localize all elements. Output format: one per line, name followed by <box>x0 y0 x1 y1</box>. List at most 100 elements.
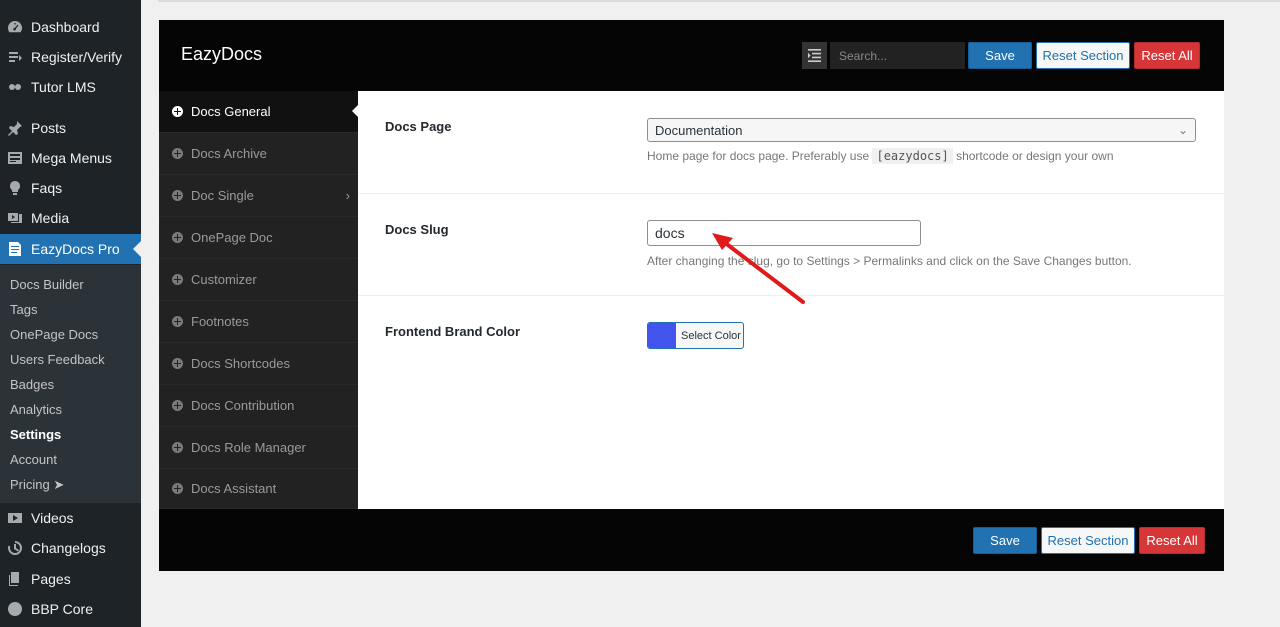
color-swatch <box>648 323 676 348</box>
panel-footer: Save Reset Section Reset All <box>159 509 1224 571</box>
field-label: Docs Page <box>385 119 452 134</box>
wp-menu-label: Pages <box>31 571 71 587</box>
wp-menu-label: Register/Verify <box>31 49 123 65</box>
nav-onepage-doc[interactable]: OnePage Doc <box>159 217 358 259</box>
nav-docs-assistant[interactable]: Docs Assistant <box>159 469 358 509</box>
submenu-tags[interactable]: Tags <box>10 302 37 317</box>
footer-reset-section-button[interactable]: Reset Section <box>1041 527 1135 554</box>
list-indent-icon <box>808 49 821 62</box>
plus-circle-icon <box>172 316 183 327</box>
wp-menu-media[interactable]: Media <box>0 203 141 233</box>
save-button[interactable]: Save <box>968 42 1032 69</box>
media-icon <box>7 210 23 226</box>
top-frame <box>141 0 1280 4</box>
wp-menu-label: Dashboard <box>31 19 100 35</box>
plus-circle-icon <box>172 442 183 453</box>
reset-all-button[interactable]: Reset All <box>1134 42 1200 69</box>
plus-circle-icon <box>172 358 183 369</box>
submenu-users-feedback[interactable]: Users Feedback <box>10 352 105 367</box>
field-label: Frontend Brand Color <box>385 324 521 339</box>
nav-footnotes[interactable]: Footnotes <box>159 301 358 343</box>
nav-label: Footnotes <box>191 314 249 329</box>
plus-circle-icon <box>172 232 183 243</box>
nav-label: Docs Assistant <box>191 481 277 496</box>
field-description: After changing the slug, go to Settings … <box>647 254 1132 268</box>
submenu-account[interactable]: Account <box>10 452 57 467</box>
search-input[interactable] <box>830 42 965 69</box>
wp-menu-eazydocs-pro[interactable]: EazyDocs Pro <box>0 234 141 264</box>
select-value: Documentation <box>655 122 743 138</box>
footer-reset-all-button[interactable]: Reset All <box>1139 527 1205 554</box>
panel-brand-title: EazyDocs <box>181 44 263 64</box>
wp-menu-pages[interactable]: Pages <box>0 564 141 594</box>
eazydocs-options-panel: EazyDocs Save Reset Section Reset All Do… <box>159 20 1224 571</box>
expand-toggle-button[interactable] <box>802 42 827 69</box>
desc-text: shortcode or design your own <box>956 149 1114 163</box>
wp-menu-posts[interactable]: Posts <box>0 113 141 143</box>
footer-save-button[interactable]: Save <box>973 527 1037 554</box>
wp-menu-tutor-lms[interactable]: Tutor LMS <box>0 72 141 102</box>
select-color-button[interactable]: Select Color <box>647 322 744 349</box>
desc-text: Home page for docs page. Preferably use <box>647 149 870 163</box>
wp-menu-bbp-core[interactable]: BBP Core <box>0 594 141 624</box>
history-icon <box>7 540 23 556</box>
submenu-badges[interactable]: Badges <box>10 377 54 392</box>
nav-label: Docs Role Manager <box>191 440 306 455</box>
field-description: Home page for docs page. Preferably use … <box>647 148 1114 164</box>
wp-menu-label: EazyDocs Pro <box>31 241 120 257</box>
submenu-settings[interactable]: Settings <box>10 427 61 442</box>
nav-docs-contribution[interactable]: Docs Contribution <box>159 385 358 427</box>
nav-doc-single[interactable]: Doc Single › <box>159 175 358 217</box>
submenu-pricing[interactable]: Pricing ➤ <box>10 477 64 493</box>
submenu-analytics[interactable]: Analytics <box>10 402 62 417</box>
wp-admin-sidebar: Dashboard Register/Verify Tutor LMS Post… <box>0 0 141 627</box>
lightbulb-icon <box>7 180 23 196</box>
pages-icon <box>7 571 23 587</box>
wp-menu-changelogs[interactable]: Changelogs <box>0 533 141 563</box>
nav-label: OnePage Doc <box>191 230 273 245</box>
wp-menu-label: Tutor LMS <box>31 79 96 95</box>
nav-label: Customizer <box>191 272 257 287</box>
wp-menu-label: Mega Menus <box>31 150 112 166</box>
register-icon <box>7 49 23 65</box>
plus-circle-icon <box>172 274 183 285</box>
nav-label: Docs General <box>191 104 271 119</box>
wp-menu-label: Posts <box>31 120 67 136</box>
plus-circle-icon <box>172 190 183 201</box>
nav-docs-shortcodes[interactable]: Docs Shortcodes <box>159 343 358 385</box>
wp-menu-dashboard[interactable]: Dashboard <box>0 12 141 42</box>
nav-docs-role-manager[interactable]: Docs Role Manager <box>159 427 358 469</box>
pin-icon <box>7 120 23 136</box>
wp-menu-label: Changelogs <box>31 540 106 556</box>
plus-circle-icon <box>172 106 183 117</box>
chevron-down-icon: ⌄ <box>1177 123 1188 137</box>
docs-page-select[interactable]: Documentation ⌄ <box>647 118 1196 142</box>
nav-label: Doc Single <box>191 188 254 203</box>
nav-docs-archive[interactable]: Docs Archive <box>159 133 358 175</box>
options-nav: Docs General Docs Archive Doc Single › On… <box>159 91 358 509</box>
menu-icon <box>7 150 23 166</box>
wp-menu-videos[interactable]: Videos <box>0 503 141 533</box>
panel-header: EazyDocs Save Reset Section Reset All <box>159 20 1224 91</box>
select-color-label: Select Color <box>681 329 741 342</box>
wp-menu-register-verify[interactable]: Register/Verify <box>0 42 141 72</box>
reset-section-button[interactable]: Reset Section <box>1036 42 1130 69</box>
options-content: Docs Page Documentation ⌄ Home page for … <box>358 91 1224 509</box>
bbp-icon <box>7 601 23 617</box>
submenu-docs-builder[interactable]: Docs Builder <box>10 277 84 292</box>
nav-label: Docs Archive <box>191 146 267 161</box>
plus-circle-icon <box>172 400 183 411</box>
wp-menu-label: Media <box>31 210 70 226</box>
video-icon <box>7 510 23 526</box>
wp-menu-label: BBP Core <box>31 601 93 617</box>
nav-customizer[interactable]: Customizer <box>159 259 358 301</box>
wp-menu-label: Faqs <box>31 180 63 196</box>
plus-circle-icon <box>172 483 183 494</box>
docs-slug-input[interactable] <box>647 220 921 246</box>
dashboard-icon <box>7 19 23 35</box>
submenu-onepage-docs[interactable]: OnePage Docs <box>10 327 98 342</box>
wp-menu-mega-menus[interactable]: Mega Menus <box>0 143 141 173</box>
chevron-right-icon: › <box>345 188 350 203</box>
wp-menu-faqs[interactable]: Faqs <box>0 173 141 203</box>
nav-docs-general[interactable]: Docs General <box>159 91 358 133</box>
